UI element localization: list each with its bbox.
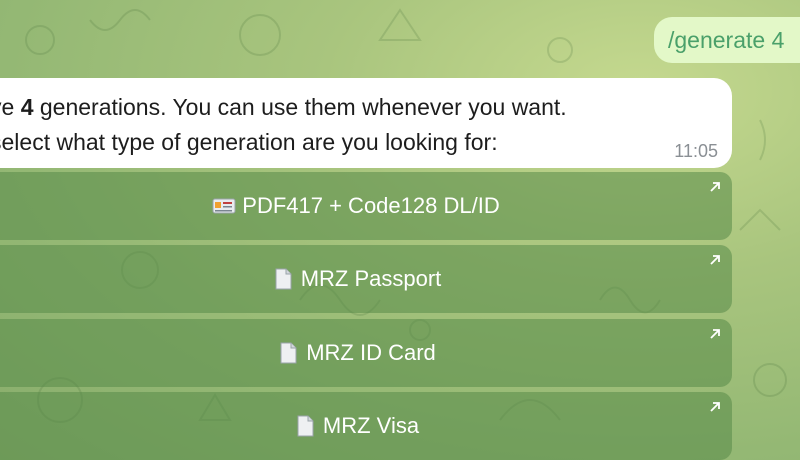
document-icon — [280, 342, 297, 364]
external-link-arrow-icon — [710, 255, 720, 265]
message-timestamp: 11:05 — [674, 141, 718, 161]
button-label: MRZ ID Card — [306, 340, 436, 365]
button-label: PDF417 + Code128 DL/ID — [242, 193, 500, 218]
document-icon — [275, 268, 292, 290]
button-label: MRZ Passport — [300, 266, 442, 291]
sent-message-bubble: /generate 4 — [654, 17, 800, 63]
inline-button-pdf417-dl-id[interactable]: PDF417 + Code128 DL/ID — [0, 172, 732, 240]
inline-button-mrz-id-card[interactable]: MRZ ID Card — [0, 319, 732, 387]
message-line-1: ve 4 generations. You can use them whene… — [0, 90, 712, 125]
generations-count: 4 — [20, 94, 34, 120]
external-link-arrow-icon — [710, 402, 720, 412]
inline-button-mrz-passport[interactable]: MRZ Passport — [0, 245, 732, 313]
button-label: MRZ Visa — [322, 413, 420, 438]
external-link-arrow-icon — [710, 182, 720, 192]
document-icon — [297, 415, 314, 437]
message-line-2: select what type of generation are you l… — [0, 129, 498, 155]
message-line-1-start: ve — [0, 94, 15, 120]
received-message-bubble: ve 4 generations. You can use them whene… — [0, 78, 732, 168]
inline-button-mrz-visa[interactable]: MRZ Visa — [0, 392, 732, 460]
message-line-1-end: generations. You can use them whenever y… — [33, 94, 567, 120]
sent-message-text: /generate 4 — [668, 27, 785, 53]
id-card-icon — [212, 198, 236, 214]
external-link-arrow-icon — [710, 329, 720, 339]
